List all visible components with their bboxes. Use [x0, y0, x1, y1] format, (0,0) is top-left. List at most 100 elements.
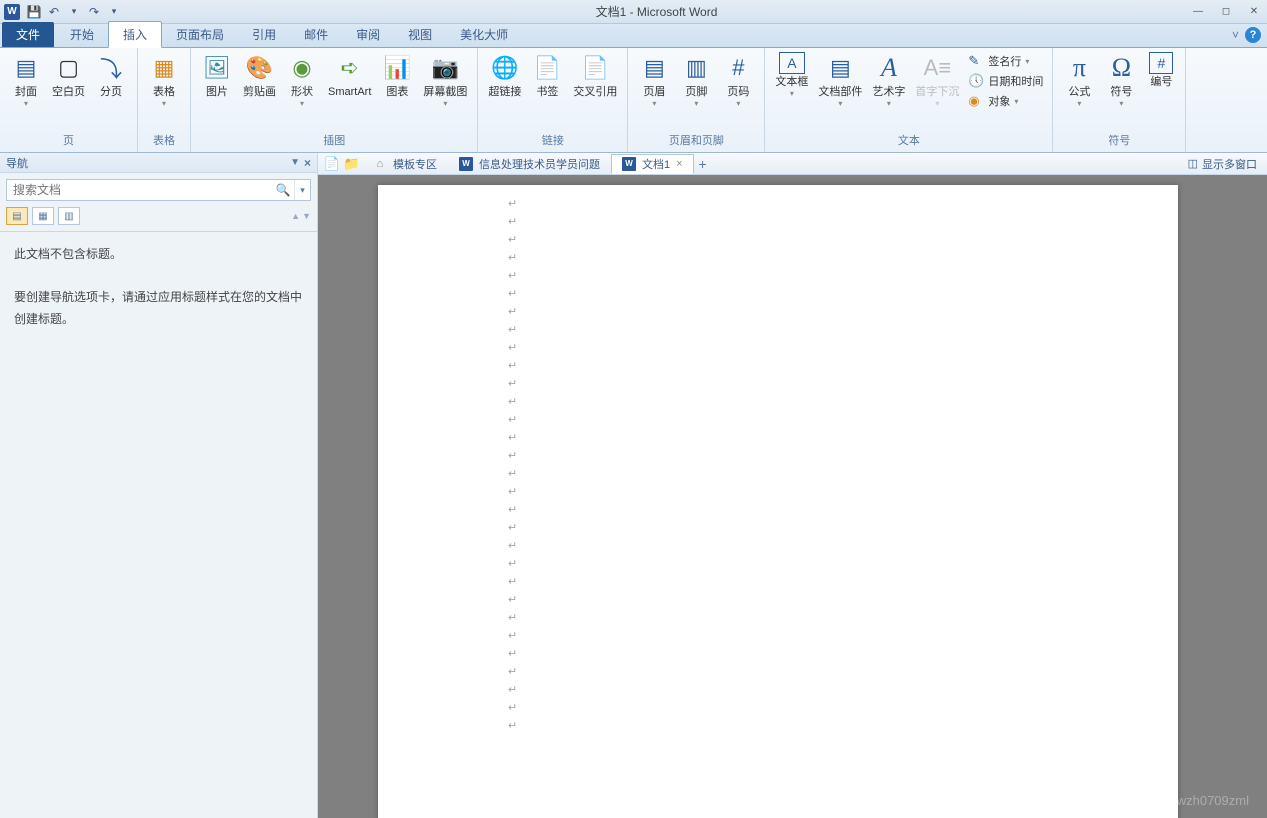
paragraph-mark: ↵	[508, 285, 1048, 303]
ribbon-tab-bar: 文件 开始 插入 页面布局 引用 邮件 审阅 视图 美化大师 ˅ ?	[0, 24, 1267, 48]
minimize-button[interactable]: —	[1189, 5, 1207, 19]
shapes-icon: ◉	[286, 52, 318, 84]
page-break-button[interactable]: ⤵分页	[91, 50, 131, 101]
bookmark-button[interactable]: 📄书签	[527, 50, 567, 101]
page[interactable]: ↵ ↵ ↵ ↵ ↵ ↵ ↵ ↵ ↵ ↵ ↵ ↵ ↵ ↵ ↵ ↵ ↵ ↵ ↵ ↵	[378, 185, 1178, 818]
paragraph-mark: ↵	[508, 357, 1048, 375]
tab-mailings[interactable]: 邮件	[290, 22, 342, 47]
quick-parts-button[interactable]: ▤文档部件▾	[814, 50, 866, 110]
tab-file[interactable]: 文件	[2, 22, 54, 47]
equation-button[interactable]: π公式▾	[1059, 50, 1099, 110]
paragraph-mark: ↵	[508, 645, 1048, 663]
tab-references[interactable]: 引用	[238, 22, 290, 47]
nav-tab-headings[interactable]: ▤	[6, 207, 28, 225]
paragraph-mark: ↵	[508, 717, 1048, 735]
blank-page-icon: ▢	[53, 52, 85, 84]
equation-icon: π	[1063, 52, 1095, 84]
navigation-panel: 导航 ▼ × 🔍 ▾ ▤ ▦ ▥ ▲ ▼ 此文档不包含标题。 要创建导航选项卡，…	[0, 153, 318, 818]
header-button[interactable]: ▤页眉▾	[634, 50, 674, 110]
tab-beautify[interactable]: 美化大师	[446, 22, 522, 47]
paragraph-mark: ↵	[508, 321, 1048, 339]
tab-close-icon[interactable]: ×	[676, 158, 682, 170]
qat-redo-icon[interactable]: ↷	[85, 3, 103, 21]
paragraph-mark: ↵	[508, 195, 1048, 213]
qat-save-icon[interactable]: 💾	[25, 3, 43, 21]
nav-tab-results[interactable]: ▥	[58, 207, 80, 225]
open-doc-icon[interactable]: 📁	[342, 155, 362, 173]
cross-ref-button[interactable]: 📄交叉引用	[569, 50, 621, 101]
textbox-icon: A	[779, 52, 805, 74]
tab-add-icon[interactable]: +	[694, 156, 712, 172]
tab-review[interactable]: 审阅	[342, 22, 394, 47]
signature-icon: ✎	[968, 53, 984, 69]
quick-parts-icon: ▤	[824, 52, 856, 84]
page-number-button[interactable]: #页码▾	[718, 50, 758, 110]
nav-tab-pages[interactable]: ▦	[32, 207, 54, 225]
cover-page-button[interactable]: ▤封面▾	[6, 50, 46, 110]
clipart-button[interactable]: 🎨剪贴画	[239, 50, 280, 101]
tab-home[interactable]: 开始	[56, 22, 108, 47]
page-break-icon: ⤵	[95, 52, 127, 84]
restore-button[interactable]: ◻	[1217, 5, 1235, 19]
hyperlink-button[interactable]: 🌐超链接	[484, 50, 525, 101]
nav-pin-icon[interactable]: ▼	[290, 157, 300, 168]
number-button[interactable]: #编号	[1143, 50, 1179, 91]
collapse-ribbon-icon[interactable]: ˅	[1232, 28, 1239, 42]
paragraph-mark: ↵	[508, 411, 1048, 429]
doc-tab-file2[interactable]: W文档1×	[611, 154, 694, 174]
wordart-button[interactable]: A艺术字▾	[868, 50, 909, 110]
group-symbols: π公式▾ Ω符号▾ #编号 符号	[1053, 48, 1186, 152]
object-button[interactable]: ◉对象▾	[965, 92, 1046, 110]
close-button[interactable]: ✕	[1245, 5, 1263, 19]
picture-button[interactable]: 🖼图片	[197, 50, 237, 101]
qat-customize-icon[interactable]: ▾	[105, 3, 123, 21]
table-button[interactable]: ▦表格▾	[144, 50, 184, 110]
footer-button[interactable]: ▥页脚▾	[676, 50, 716, 110]
nav-search: 🔍 ▾	[6, 179, 311, 201]
blank-page-button[interactable]: ▢空白页	[48, 50, 89, 101]
shapes-button[interactable]: ◉形状▾	[282, 50, 322, 110]
paragraph-mark: ↵	[508, 663, 1048, 681]
screenshot-button[interactable]: 📷屏幕截图▾	[419, 50, 471, 110]
table-icon: ▦	[148, 52, 180, 84]
qat-undo-icon[interactable]: ↶	[45, 3, 63, 21]
doc-tab-file1[interactable]: W信息处理技术员学员问题	[448, 154, 611, 174]
nav-prev-icon[interactable]: ▲	[291, 211, 300, 221]
nav-search-input[interactable]	[7, 180, 272, 200]
group-links: 🌐超链接 📄书签 📄交叉引用 链接	[478, 48, 628, 152]
paragraph-mark: ↵	[508, 375, 1048, 393]
paragraph-mark: ↵	[508, 681, 1048, 699]
document-area: 📄 📁 ⌂模板专区 W信息处理技术员学员问题 W文档1× + ◫显示多窗口 🧰 …	[318, 153, 1267, 818]
chart-button[interactable]: 📊图表	[377, 50, 417, 101]
paragraph-mark: ↵	[508, 591, 1048, 609]
doc-tab-templates[interactable]: ⌂模板专区	[362, 154, 448, 174]
tab-view[interactable]: 视图	[394, 22, 446, 47]
paragraph-mark: ↵	[508, 699, 1048, 717]
new-doc-icon[interactable]: 📄	[322, 155, 342, 173]
signature-line-button[interactable]: ✎签名行▾	[965, 52, 1046, 70]
textbox-button[interactable]: A文本框▾	[771, 50, 812, 100]
tab-page-layout[interactable]: 页面布局	[162, 22, 238, 47]
help-icon[interactable]: ?	[1245, 27, 1261, 43]
qat-undo-dd-icon[interactable]: ▾	[65, 3, 83, 21]
paragraph-mark: ↵	[508, 555, 1048, 573]
nav-close-icon[interactable]: ×	[304, 156, 311, 170]
smartart-button[interactable]: ➪SmartArt	[324, 50, 375, 101]
paragraph-mark: ↵	[508, 213, 1048, 231]
tab-insert[interactable]: 插入	[108, 21, 162, 48]
paragraph-mark: ↵	[508, 483, 1048, 501]
workspace: 导航 ▼ × 🔍 ▾ ▤ ▦ ▥ ▲ ▼ 此文档不包含标题。 要创建导航选项卡，…	[0, 153, 1267, 818]
paragraph-mark: ↵	[508, 609, 1048, 627]
window-controls: — ◻ ✕	[1189, 5, 1263, 19]
nav-next-icon[interactable]: ▼	[302, 211, 311, 221]
dropcap-button[interactable]: A≡首字下沉▾	[911, 50, 963, 110]
paragraph-mark: ↵	[508, 303, 1048, 321]
multi-window-button[interactable]: ◫显示多窗口	[1188, 156, 1263, 172]
nav-header: 导航 ▼ ×	[0, 153, 317, 173]
document-viewport[interactable]: ↵ ↵ ↵ ↵ ↵ ↵ ↵ ↵ ↵ ↵ ↵ ↵ ↵ ↵ ↵ ↵ ↵ ↵ ↵ ↵	[318, 175, 1267, 818]
date-time-button[interactable]: 🕔日期和时间	[965, 72, 1046, 90]
nav-search-dd-icon[interactable]: ▾	[294, 180, 310, 200]
symbol-icon: Ω	[1105, 52, 1137, 84]
symbol-button[interactable]: Ω符号▾	[1101, 50, 1141, 110]
nav-search-icon[interactable]: 🔍	[272, 180, 294, 200]
